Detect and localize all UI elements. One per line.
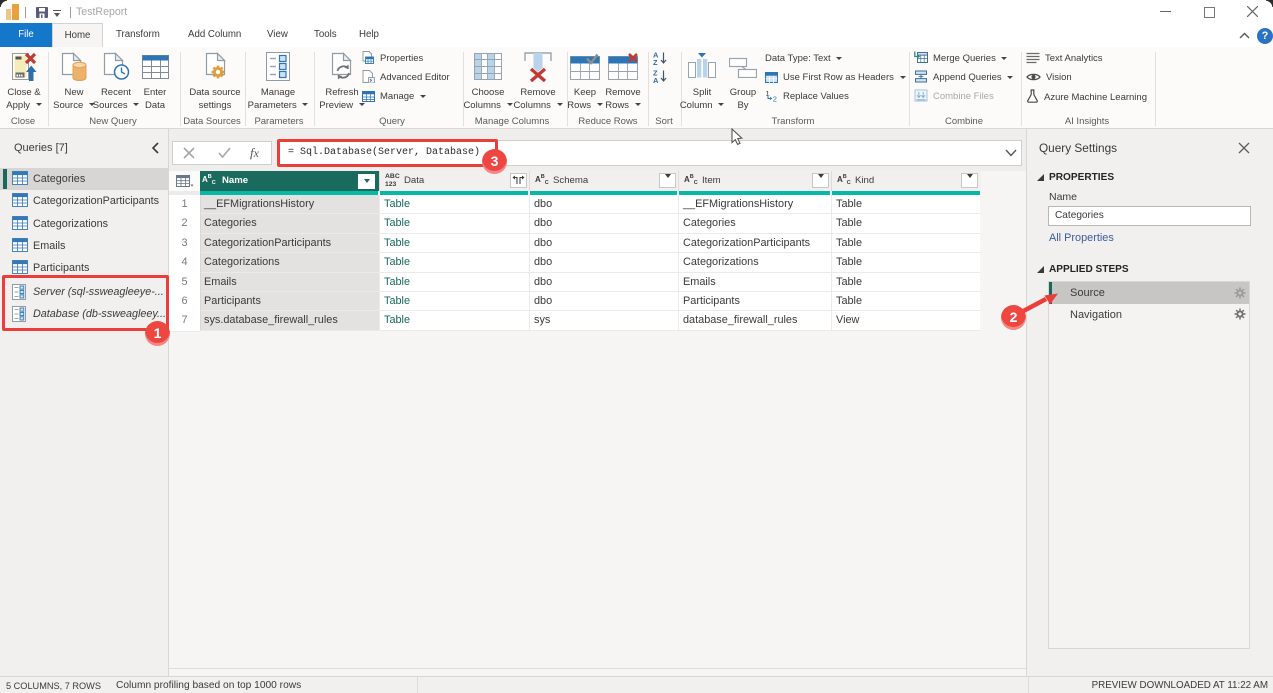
svg-text:A: A [653,76,659,84]
svg-text:2: 2 [773,95,777,103]
svg-text:Z: Z [653,58,658,66]
